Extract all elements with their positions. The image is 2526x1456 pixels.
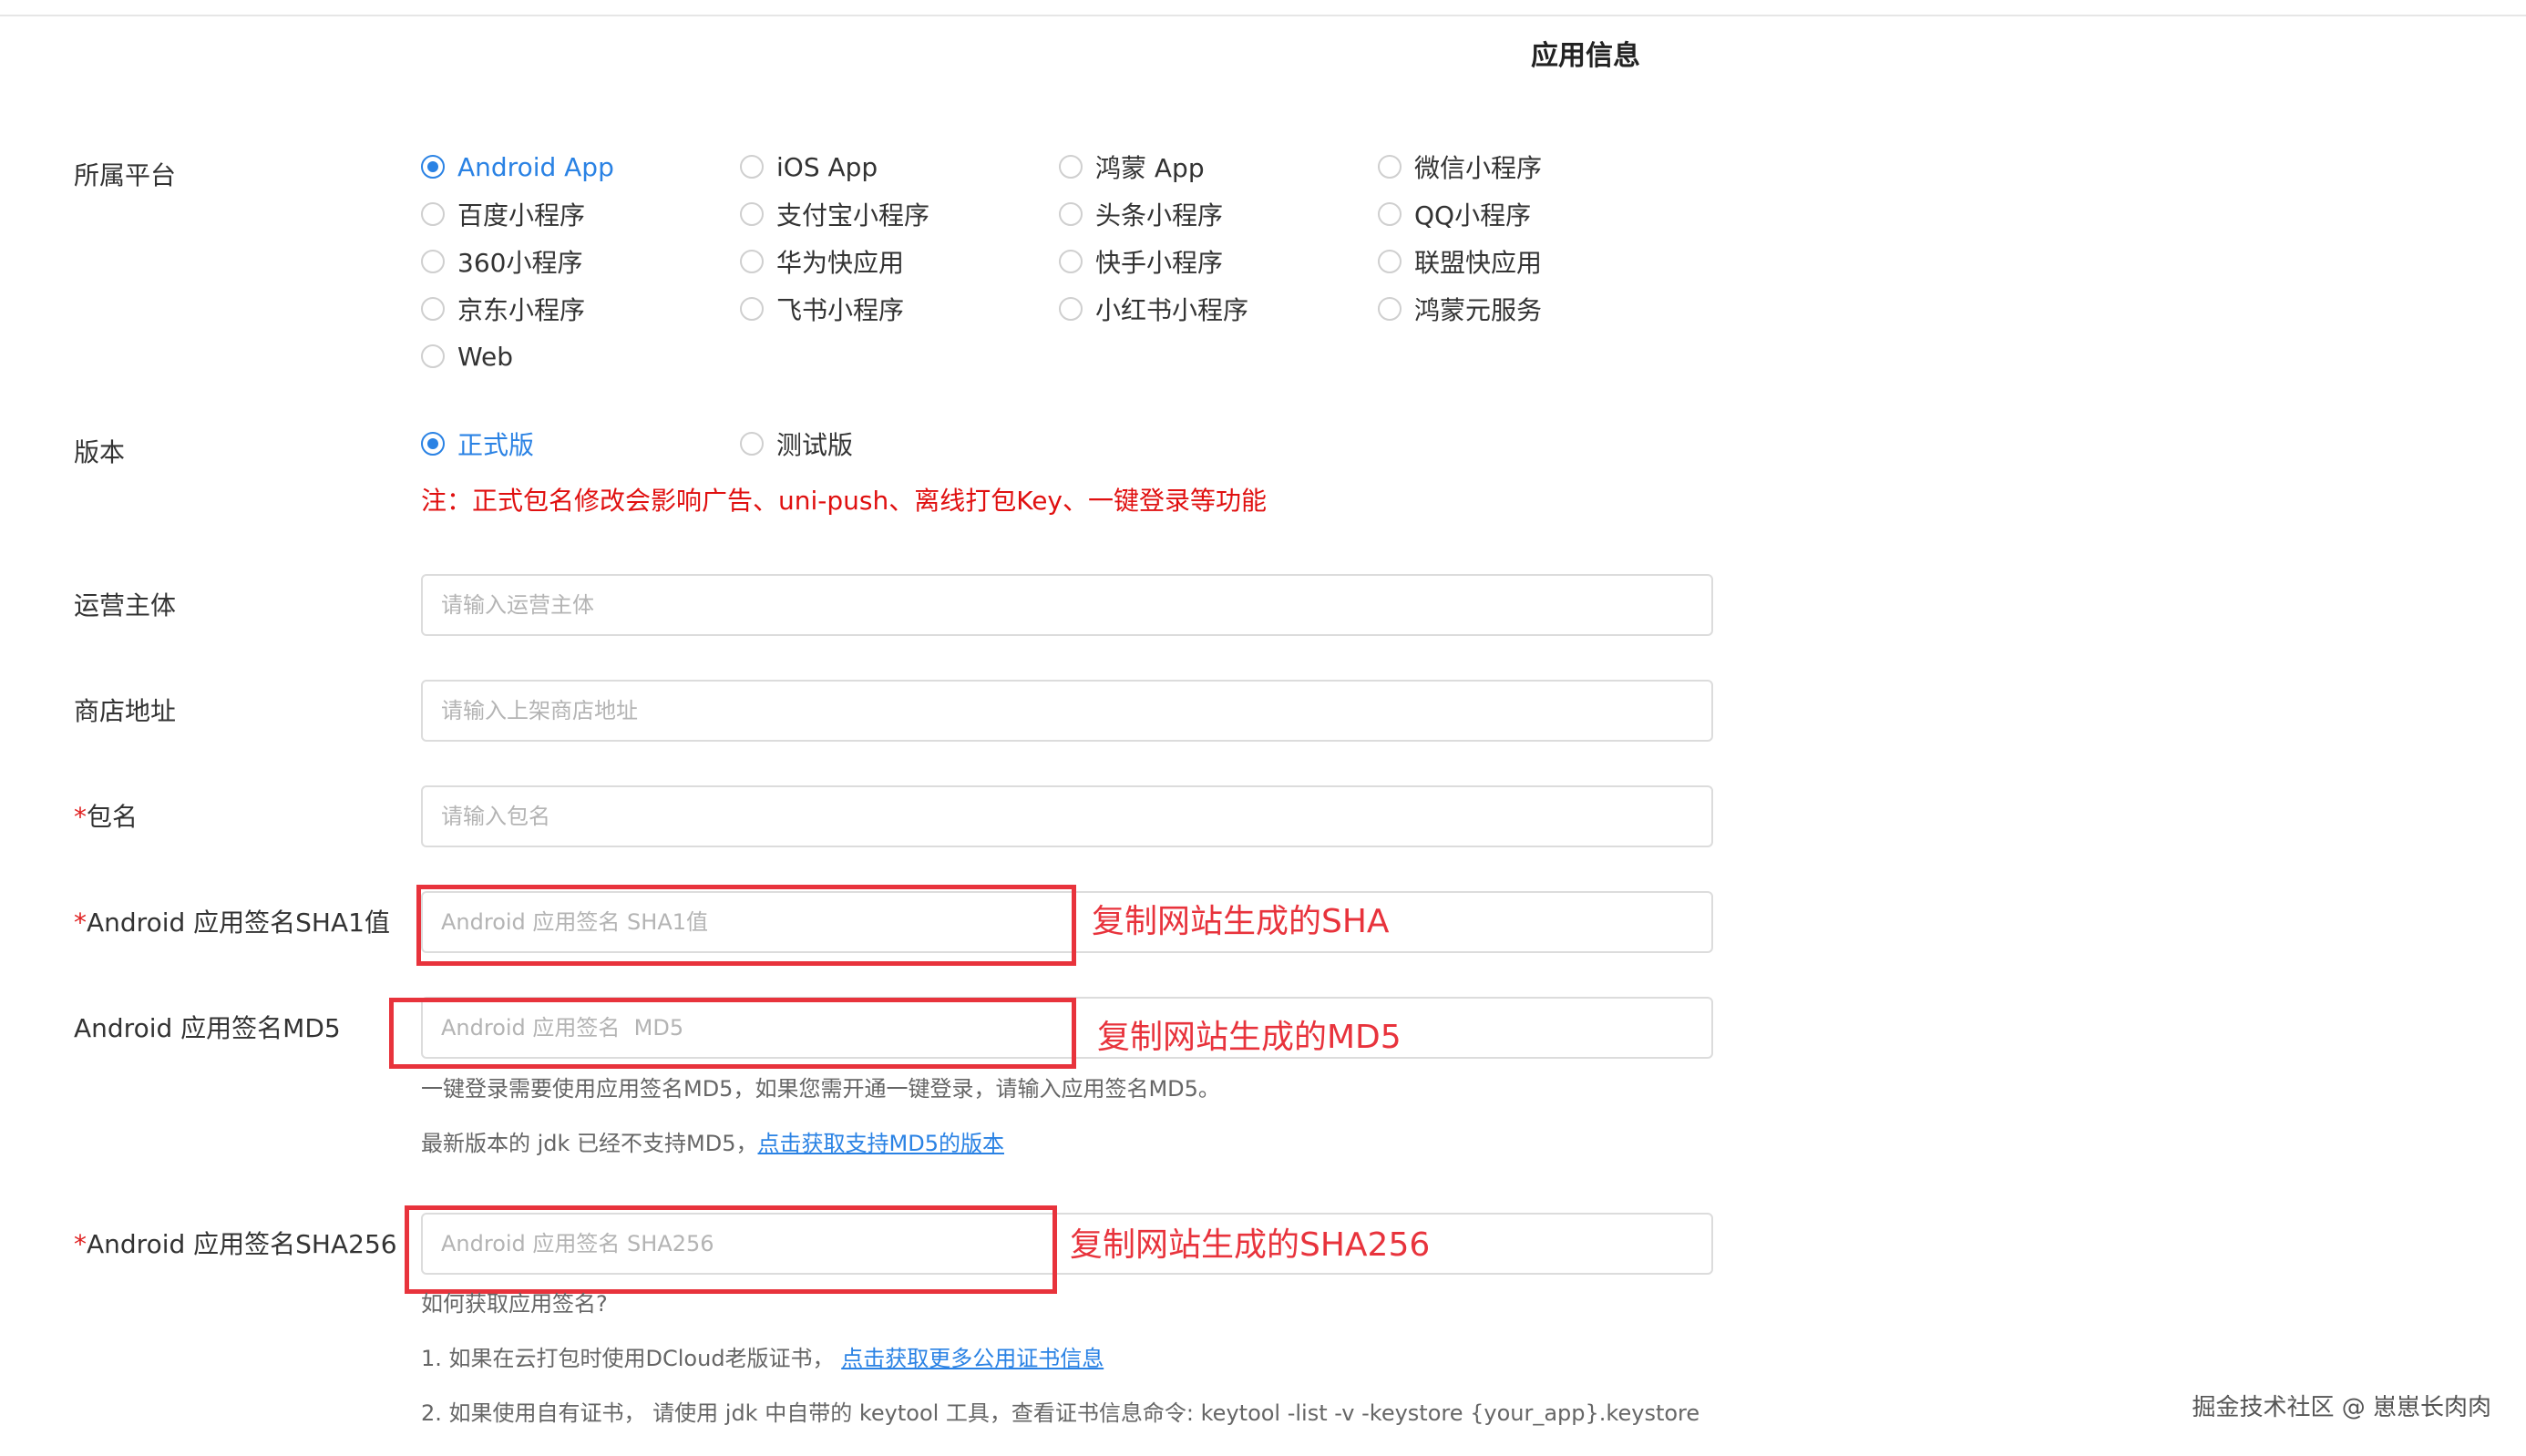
sha256-help-line2: 2. 如果使用自有证书， 请使用 jdk 中自带的 keytool 工具，查看证… xyxy=(421,1400,1700,1426)
radio-circle xyxy=(740,250,764,273)
radio-label: 360小程序 xyxy=(457,248,583,278)
section-title: 应用信息 xyxy=(1531,40,1640,72)
radio-label: 华为快应用 xyxy=(776,248,905,278)
radio-circle xyxy=(421,297,445,321)
sha256-annotation: 复制网站生成的SHA256 xyxy=(1070,1226,1431,1264)
radio-circle xyxy=(1059,297,1083,321)
radio-circle xyxy=(740,202,764,226)
platform-radio-7[interactable]: QQ小程序 xyxy=(1378,196,1531,232)
radio-circle xyxy=(1059,250,1083,273)
md5-help-text: 最新版本的 jdk 已经不支持MD5， xyxy=(421,1131,758,1156)
radio-circle xyxy=(740,432,764,456)
md5-annotation: 复制网站生成的MD5 xyxy=(1097,1019,1402,1056)
platform-radio-0[interactable]: Android App xyxy=(421,149,614,185)
platform-radio-3[interactable]: 微信小程序 xyxy=(1378,149,1542,185)
package-input[interactable] xyxy=(421,785,1713,847)
radio-label: Android App xyxy=(457,151,614,182)
required-mark: * xyxy=(74,907,87,938)
required-mark: * xyxy=(74,1229,87,1259)
radio-circle xyxy=(1378,155,1402,179)
platform-radio-9[interactable]: 华为快应用 xyxy=(740,243,904,280)
radio-label: iOS App xyxy=(776,151,878,182)
radio-label: 联盟快应用 xyxy=(1414,248,1543,278)
radio-label: 小红书小程序 xyxy=(1095,295,1249,325)
version-label: 版本 xyxy=(74,437,126,467)
platform-radio-16[interactable]: Web xyxy=(421,338,513,374)
public-cert-link[interactable]: 点击获取更多公用证书信息 xyxy=(841,1346,1104,1371)
platform-radio-12[interactable]: 京东小程序 xyxy=(421,291,585,327)
radio-label: 支付宝小程序 xyxy=(776,200,930,231)
radio-circle xyxy=(421,344,445,368)
md5-version-link[interactable]: 点击获取支持MD5的版本 xyxy=(758,1131,1004,1156)
package-label-text: 包名 xyxy=(87,802,139,832)
sha1-input[interactable] xyxy=(421,891,1713,953)
radio-label: 京东小程序 xyxy=(457,295,586,325)
platform-radio-10[interactable]: 快手小程序 xyxy=(1059,243,1223,280)
md5-label: Android 应用签名MD5 xyxy=(74,1013,341,1043)
radio-circle xyxy=(740,155,764,179)
platform-radio-8[interactable]: 360小程序 xyxy=(421,243,582,280)
platform-radio-4[interactable]: 百度小程序 xyxy=(421,196,585,232)
radio-label: 正式版 xyxy=(457,430,535,460)
radio-label: 微信小程序 xyxy=(1414,153,1543,183)
radio-label: 头条小程序 xyxy=(1095,200,1224,231)
platform-radio-11[interactable]: 联盟快应用 xyxy=(1378,243,1542,280)
top-divider xyxy=(0,15,2526,16)
store-url-input[interactable] xyxy=(421,680,1713,742)
sha1-label: *Android 应用签名SHA1值 xyxy=(74,905,390,941)
required-mark: * xyxy=(74,802,87,832)
radio-circle xyxy=(421,432,445,456)
platform-label: 所属平台 xyxy=(74,160,177,190)
watermark: 掘金技术社区 @ 崽崽长肉肉 xyxy=(2192,1394,2491,1421)
platform-radio-15[interactable]: 鸿蒙元服务 xyxy=(1378,291,1542,327)
sha1-annotation: 复制网站生成的SHA xyxy=(1092,903,1390,940)
platform-radio-13[interactable]: 飞书小程序 xyxy=(740,291,904,327)
radio-circle xyxy=(740,297,764,321)
sha256-label-text: Android 应用签名SHA256 xyxy=(87,1229,397,1259)
radio-label: 百度小程序 xyxy=(457,200,586,231)
version-warning: 注：正式包名修改会影响广告、uni-push、离线打包Key、一键登录等功能 xyxy=(421,486,1267,516)
radio-circle xyxy=(1378,202,1402,226)
radio-circle xyxy=(421,155,445,179)
platform-radio-2[interactable]: 鸿蒙 App xyxy=(1059,149,1205,185)
radio-label: QQ小程序 xyxy=(1414,200,1532,231)
store-url-label: 商店地址 xyxy=(74,696,177,726)
version-radio-1[interactable]: 测试版 xyxy=(740,426,853,462)
radio-circle xyxy=(1059,155,1083,179)
radio-label: 鸿蒙元服务 xyxy=(1414,295,1543,325)
radio-label: Web xyxy=(457,341,514,372)
radio-label: 测试版 xyxy=(776,430,854,460)
sha256-help-line1: 1. 如果在云打包时使用DCloud老版证书， 点击获取更多公用证书信息 xyxy=(421,1343,1104,1374)
radio-circle xyxy=(1378,250,1402,273)
platform-radio-1[interactable]: iOS App xyxy=(740,149,878,185)
package-label: *包名 xyxy=(74,799,138,836)
platform-radio-14[interactable]: 小红书小程序 xyxy=(1059,291,1248,327)
sha256-help-title: 如何获取应用签名? xyxy=(421,1291,608,1317)
radio-label: 鸿蒙 App xyxy=(1095,153,1205,183)
operator-input[interactable] xyxy=(421,574,1713,636)
radio-circle xyxy=(1378,297,1402,321)
radio-label: 飞书小程序 xyxy=(776,295,905,325)
md5-help-line1: 一键登录需要使用应用签名MD5，如果您需开通一键登录，请输入应用签名MD5。 xyxy=(421,1076,1220,1102)
radio-label: 快手小程序 xyxy=(1095,248,1224,278)
radio-circle xyxy=(421,250,445,273)
sha1-label-text: Android 应用签名SHA1值 xyxy=(87,907,390,938)
md5-help-line2: 最新版本的 jdk 已经不支持MD5，点击获取支持MD5的版本 xyxy=(421,1128,1004,1159)
md5-input[interactable] xyxy=(421,997,1713,1059)
platform-radio-5[interactable]: 支付宝小程序 xyxy=(740,196,929,232)
sha256-label: *Android 应用签名SHA256 xyxy=(74,1226,397,1263)
operator-label: 运营主体 xyxy=(74,590,177,620)
sha256-help-text: 1. 如果在云打包时使用DCloud老版证书， xyxy=(421,1346,842,1371)
version-radio-0[interactable]: 正式版 xyxy=(421,426,534,462)
platform-radio-6[interactable]: 头条小程序 xyxy=(1059,196,1223,232)
sha256-input[interactable] xyxy=(421,1213,1713,1275)
radio-circle xyxy=(1059,202,1083,226)
radio-circle xyxy=(421,202,445,226)
